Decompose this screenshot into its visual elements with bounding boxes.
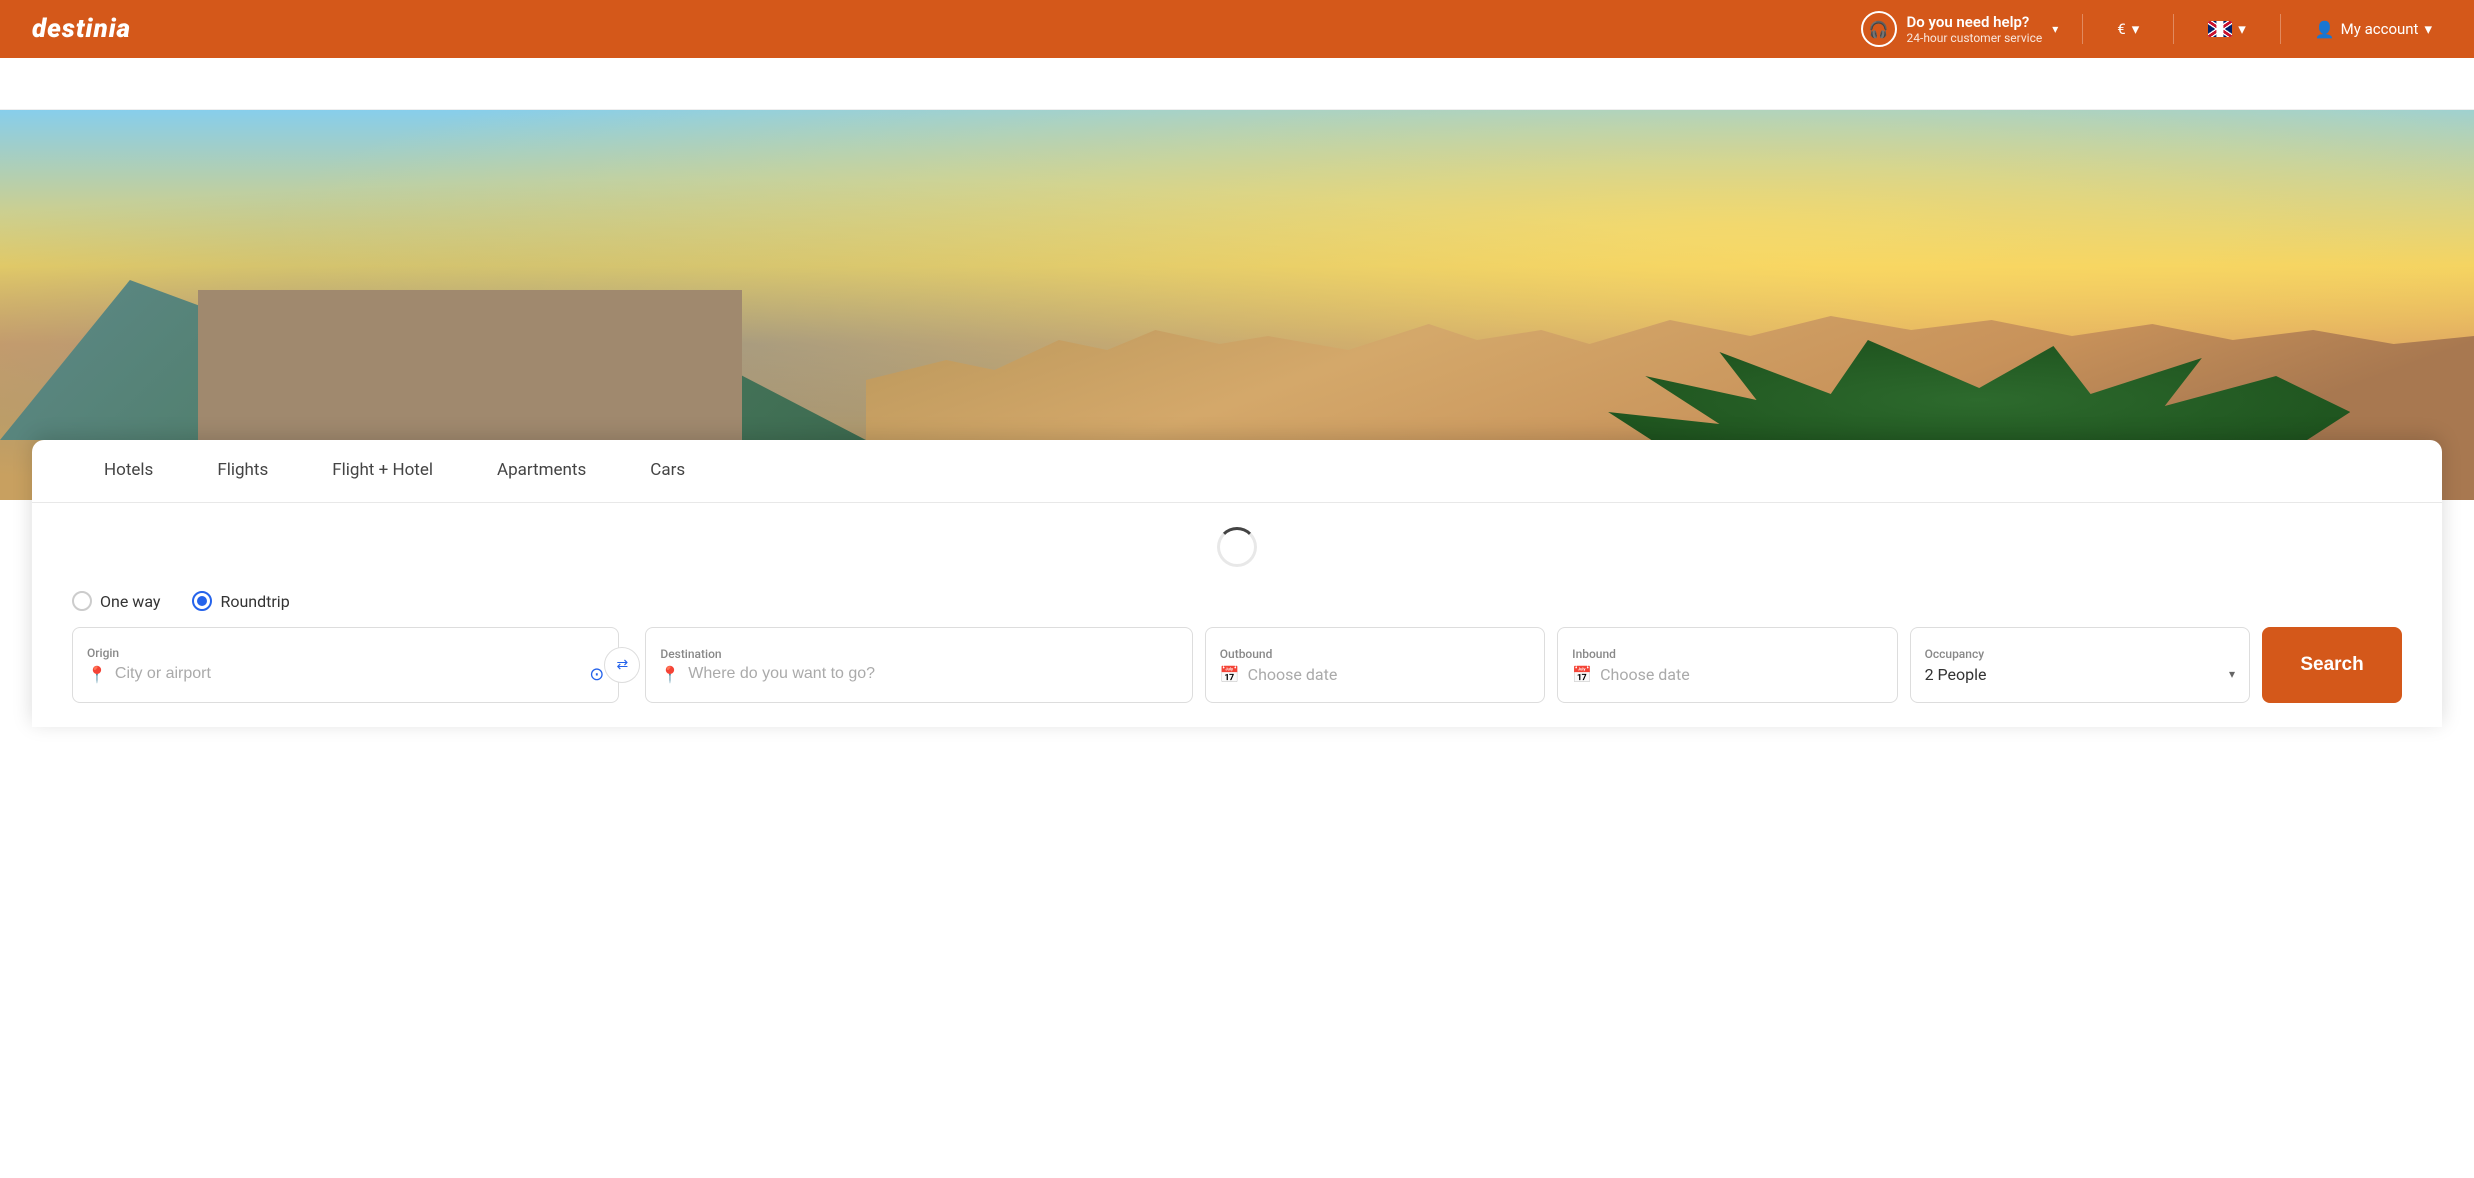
one-way-label: One way <box>100 592 160 611</box>
roundtrip-label: Roundtrip <box>220 592 289 611</box>
destination-input-row: 📍 <box>660 665 1177 684</box>
occupancy-select-wrapper[interactable]: 2 People ▾ <box>1925 665 2235 684</box>
outbound-label: Outbound <box>1220 647 1530 661</box>
occupancy-label: Occupancy <box>1925 647 2235 661</box>
language-selector[interactable]: ▾ <box>2198 14 2256 44</box>
tab-flights[interactable]: Flights <box>185 440 300 503</box>
currency-chevron-icon: ▾ <box>2132 20 2140 38</box>
occupancy-input-row: 2 People ▾ <box>1925 665 2235 684</box>
inbound-calendar-icon: 📅 <box>1572 665 1592 684</box>
loading-spinner <box>1217 527 1257 567</box>
origin-gps-icon[interactable]: ⊙ <box>589 664 604 685</box>
brand-logo: DESTINIA <box>32 14 131 44</box>
inbound-label: Inbound <box>1572 647 1882 661</box>
origin-input-row: 📍 ⊙ <box>87 664 604 685</box>
nav-divider-2 <box>2173 14 2174 44</box>
one-way-option[interactable]: One way <box>72 591 160 611</box>
account-chevron-icon: ▾ <box>2424 20 2432 38</box>
help-title: Do you need help? <box>1907 13 2043 31</box>
help-chevron-icon: ▾ <box>2052 22 2058 36</box>
inbound-field-group[interactable]: Inbound 📅 Choose date <box>1557 627 1897 703</box>
outbound-calendar-icon: 📅 <box>1220 665 1240 684</box>
tab-bar: Hotels Flights Flight + Hotel Apartments… <box>32 440 2442 503</box>
one-way-radio[interactable] <box>72 591 92 611</box>
origin-location-icon: 📍 <box>87 665 107 684</box>
trip-type-row: One way Roundtrip <box>32 591 2442 627</box>
loading-spinner-area <box>32 503 2442 591</box>
occupancy-field-group: Occupancy 2 People ▾ <box>1910 627 2250 703</box>
search-button-label: Search <box>2300 654 2363 675</box>
outbound-input-row: 📅 Choose date <box>1220 665 1530 684</box>
nav-divider-1 <box>2082 14 2083 44</box>
inbound-input-row: 📅 Choose date <box>1572 665 1882 684</box>
origin-label: Origin <box>87 646 604 660</box>
language-chevron-icon: ▾ <box>2238 20 2246 38</box>
nav-divider-3 <box>2280 14 2281 44</box>
tab-flight-hotel[interactable]: Flight + Hotel <box>300 440 465 503</box>
search-panel: Hotels Flights Flight + Hotel Apartments… <box>32 440 2442 727</box>
currency-selector[interactable]: € ▾ <box>2107 14 2149 44</box>
nav-right-group: 🎧 Do you need help? 24-hour customer ser… <box>1861 11 2442 47</box>
destination-field-group: Destination 📍 <box>645 627 1192 703</box>
top-navigation: DESTINIA 🎧 Do you need help? 24-hour cus… <box>0 0 2474 58</box>
occupancy-chevron-icon: ▾ <box>2229 667 2235 681</box>
tab-cars[interactable]: Cars <box>618 440 717 503</box>
destination-location-icon: 📍 <box>660 665 680 684</box>
person-icon: 👤 <box>2315 20 2335 39</box>
sub-navigation <box>0 58 2474 110</box>
outbound-field-group[interactable]: Outbound 📅 Choose date <box>1205 627 1545 703</box>
occupancy-value: 2 People <box>1925 665 1987 684</box>
tab-hotels[interactable]: Hotels <box>72 440 185 503</box>
destination-label: Destination <box>660 647 1177 661</box>
fortress <box>198 290 742 450</box>
swap-button[interactable]: ⇄ <box>604 647 640 683</box>
destination-input[interactable] <box>688 665 1177 683</box>
currency-symbol: € <box>2117 20 2125 38</box>
roundtrip-radio[interactable] <box>192 591 212 611</box>
search-button[interactable]: Search <box>2262 627 2402 703</box>
swap-icon: ⇄ <box>617 657 629 673</box>
origin-field-group: Origin 📍 ⊙ ⇄ <box>72 627 619 703</box>
account-label: My account <box>2341 20 2419 38</box>
inbound-date-value[interactable]: Choose date <box>1600 665 1883 684</box>
roundtrip-option[interactable]: Roundtrip <box>192 591 289 611</box>
help-button[interactable]: 🎧 Do you need help? 24-hour customer ser… <box>1861 11 2059 47</box>
tab-apartments[interactable]: Apartments <box>465 440 618 503</box>
account-button[interactable]: 👤 My account ▾ <box>2305 14 2442 45</box>
outbound-date-value[interactable]: Choose date <box>1248 665 1531 684</box>
help-subtitle: 24-hour customer service <box>1907 31 2043 45</box>
help-text: Do you need help? 24-hour customer servi… <box>1907 13 2043 45</box>
flag-icon <box>2208 21 2232 37</box>
origin-input[interactable] <box>115 665 581 683</box>
search-fields-row: Origin 📍 ⊙ ⇄ Destination 📍 Outbound 📅 <box>32 627 2442 703</box>
help-icon: 🎧 <box>1861 11 1897 47</box>
